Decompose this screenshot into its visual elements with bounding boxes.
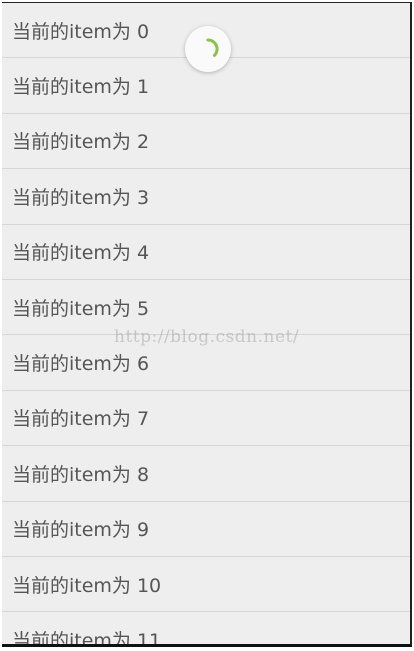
pull-to-refresh-indicator — [185, 26, 231, 72]
list-item[interactable]: 当前的item为 8 — [2, 446, 410, 502]
list-item[interactable]: 当前的item为 3 — [2, 169, 410, 225]
list-item-label: 当前的item为 0 — [12, 20, 150, 43]
list-item-label: 当前的item为 8 — [12, 463, 150, 486]
app-screen: 当前的item为 0 当前的item为 1 当前的item为 2 当前的item… — [2, 2, 412, 647]
list-item-label: 当前的item为 4 — [12, 242, 150, 265]
refresh-spinner-icon — [206, 38, 219, 57]
list-item[interactable]: 当前的item为 2 — [2, 114, 410, 170]
watermark-text: http://blog.csdn.net/ — [114, 327, 300, 347]
list-item[interactable]: 当前的item为 7 — [2, 391, 410, 447]
list-item[interactable]: 当前的item为 4 — [2, 225, 410, 280]
list-item-label: 当前的item为 9 — [12, 519, 150, 542]
list-item-label: 当前的item为 11 — [12, 629, 162, 647]
list-item[interactable]: 当前的item为 9 — [2, 502, 410, 557]
list-item[interactable]: 当前的item为 10 — [2, 557, 410, 613]
list-item-label: 当前的item为 3 — [12, 186, 150, 209]
list-item-label: 当前的item为 7 — [12, 408, 150, 431]
list-item[interactable]: 当前的item为 11 — [2, 612, 410, 647]
list-item-label: 当前的item为 6 — [12, 353, 150, 376]
item-list[interactable]: 当前的item为 0 当前的item为 1 当前的item为 2 当前的item… — [2, 3, 410, 647]
list-item-label: 当前的item为 5 — [12, 297, 150, 320]
list-item-label: 当前的item为 1 — [12, 76, 150, 99]
list-item-label: 当前的item为 2 — [12, 131, 150, 154]
list-item-label: 当前的item为 10 — [12, 574, 162, 597]
